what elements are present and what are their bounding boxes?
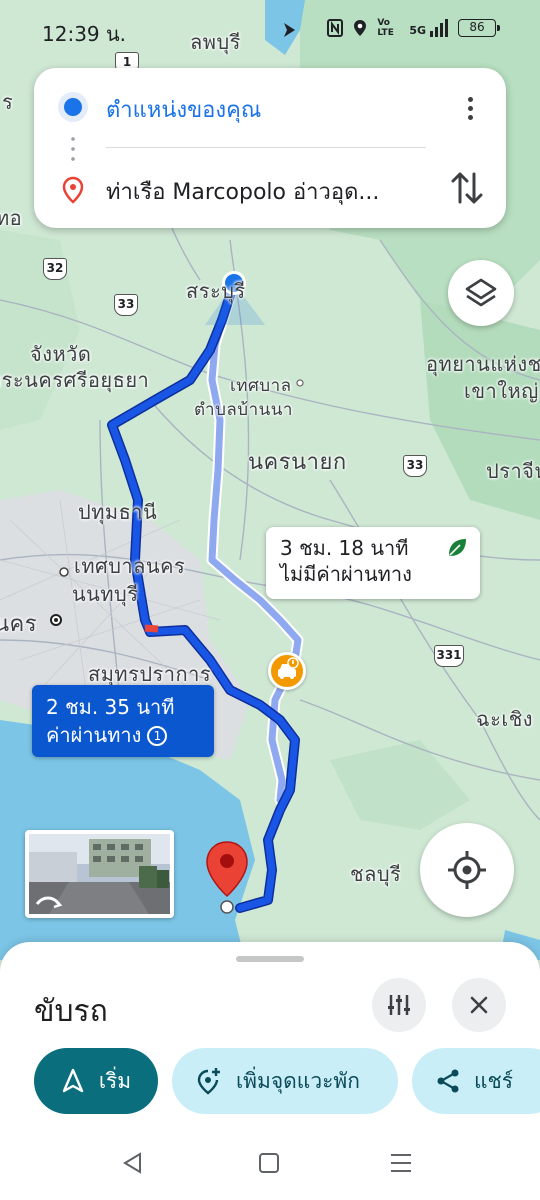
place-label: ฉะเชิง	[476, 707, 534, 731]
status-icons: Vo LTE 5G 86	[327, 18, 500, 38]
selected-route-toll-row: ค่าผ่านทาง 1	[46, 721, 200, 749]
swap-direction-icon[interactable]	[450, 168, 484, 208]
street-view-thumbnail[interactable]	[25, 830, 174, 918]
status-bar: 12:39 น. Vo LTE 5G 86	[0, 0, 540, 62]
place-label: ทอ	[0, 206, 23, 230]
route-shield: 33	[403, 455, 427, 477]
close-icon	[470, 996, 488, 1014]
origin-dot-icon	[64, 98, 82, 116]
add-stop-label: เพิ่มจุดแวะพัก	[236, 1068, 360, 1093]
traffic-incident-icon[interactable]	[268, 652, 306, 690]
route-dots-icon	[71, 134, 75, 164]
signal-icon: 5G	[409, 19, 448, 37]
car-warning-icon	[278, 657, 299, 679]
destination-pin-outline-icon	[62, 176, 84, 204]
alternative-route-duration: 3 ชม. 18 นาที	[280, 536, 409, 560]
share-button[interactable]: แชร์	[412, 1048, 540, 1114]
my-location-button[interactable]	[420, 823, 514, 917]
network-type: 5G	[409, 24, 426, 37]
route-shield: 32	[43, 258, 67, 280]
status-time: 12:39 น.	[42, 22, 127, 46]
crosshair-icon	[448, 851, 486, 889]
selected-route-label[interactable]: 2 ชม. 35 นาที ค่าผ่านทาง 1	[32, 685, 214, 757]
add-stop-button[interactable]: เพิ่มจุดแวะพัก	[172, 1048, 398, 1114]
place-label: ตำบลบ้านนา	[194, 400, 293, 420]
toll-count-badge: 1	[147, 726, 168, 746]
route-options-button[interactable]	[372, 978, 426, 1032]
add-location-icon	[197, 1068, 220, 1095]
place-label: นครนายก	[248, 450, 347, 475]
more-options-button[interactable]	[460, 94, 480, 124]
navigation-arrow-icon	[284, 23, 295, 37]
route-shield: 33	[114, 294, 138, 316]
location-icon	[354, 20, 367, 36]
layers-icon	[465, 278, 497, 307]
place-label: เทศบาล	[230, 376, 292, 396]
directions-card: ตำแหน่งของคุณ ท่าเรือ Marcopolo อ่าวอุด.…	[34, 68, 506, 228]
layers-button[interactable]	[448, 260, 514, 326]
recent-apps-icon[interactable]	[388, 1150, 414, 1176]
share-icon	[437, 1069, 459, 1093]
tune-icon	[388, 995, 410, 1015]
route-shield: 331	[434, 645, 464, 667]
place-label: นคร	[0, 612, 38, 637]
start-label: เริ่ม	[98, 1068, 132, 1093]
share-label: แชร์	[474, 1068, 514, 1093]
volte-indicator: Vo LTE	[377, 18, 394, 38]
place-label: ชลบุรี	[350, 862, 402, 886]
sheet-drag-handle[interactable]	[236, 956, 304, 962]
place-label: พระนครศรีอยุธยา	[0, 368, 150, 392]
nfc-icon	[327, 19, 344, 37]
dot	[467, 106, 473, 111]
home-icon[interactable]	[256, 1150, 282, 1176]
place-label: เขาใหญ่	[464, 379, 539, 403]
selected-route-duration: 2 ชม. 35 นาที	[46, 695, 175, 719]
place-label: ร	[2, 90, 14, 114]
alternative-route-label[interactable]: 3 ชม. 18 นาที ไม่มีค่าผ่านทาง	[266, 527, 480, 599]
close-button[interactable]	[452, 978, 506, 1032]
destination-pin-icon[interactable]	[204, 840, 250, 916]
alternative-route-toll: ไม่มีค่าผ่านทาง	[280, 562, 412, 586]
origin-field[interactable]: ตำแหน่งของคุณ	[106, 92, 261, 127]
place-label: สระบุรี	[186, 279, 246, 303]
back-icon[interactable]	[120, 1150, 146, 1176]
system-navigation-bar	[0, 1126, 540, 1200]
selected-route-toll: ค่าผ่านทาง	[46, 723, 142, 747]
street-view-image	[29, 834, 170, 914]
divider	[106, 147, 426, 148]
travel-mode-title: ขับรถ	[34, 994, 108, 1029]
dot	[467, 115, 473, 120]
dot	[467, 97, 473, 102]
destination-field[interactable]: ท่าเรือ Marcopolo อ่าวอุด...	[106, 174, 426, 209]
start-navigation-button[interactable]: เริ่ม	[34, 1048, 158, 1114]
place-label: นนทบุรี	[72, 582, 139, 606]
place-label: ปราจีน	[486, 459, 540, 483]
place-label: ปทุมธานี	[78, 500, 158, 524]
battery-indicator: 86	[458, 19, 500, 37]
eco-leaf-icon	[449, 539, 466, 556]
navigation-icon	[62, 1068, 84, 1093]
